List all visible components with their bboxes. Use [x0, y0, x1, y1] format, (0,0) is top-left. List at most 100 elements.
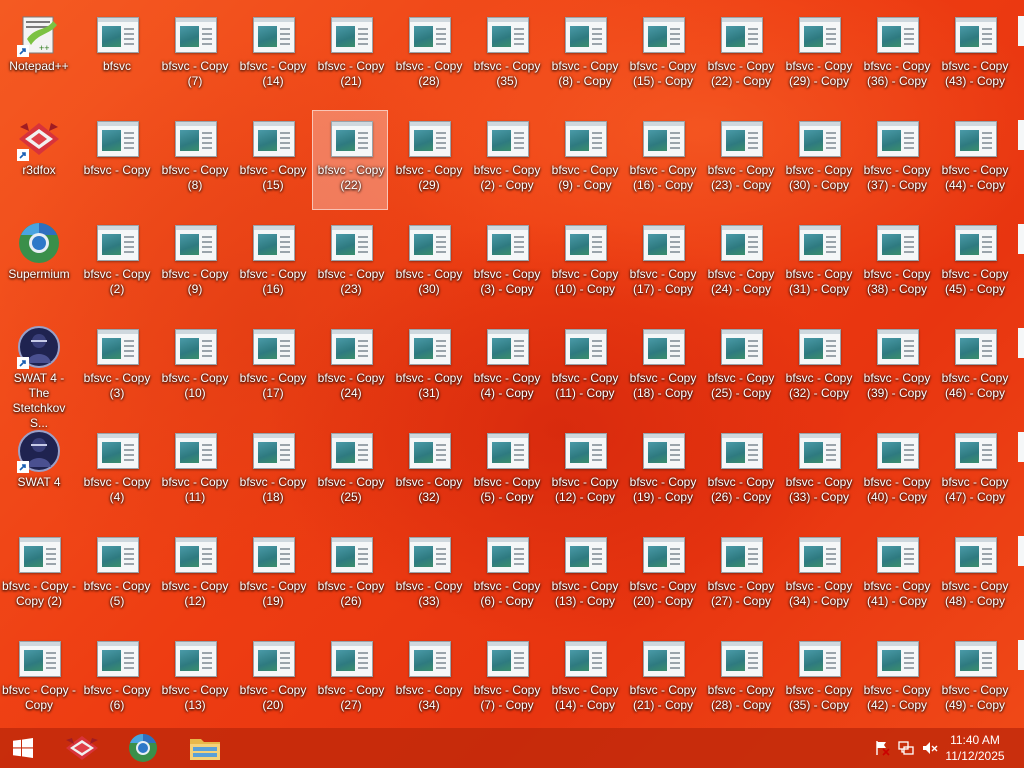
desktop-icon-file[interactable]: bfsvc - Copy (31) - Copy [780, 214, 856, 314]
desktop-icon-file[interactable]: bfsvc - Copy (12) [156, 526, 232, 626]
desktop-icon-supermium[interactable]: Supermium [0, 214, 76, 314]
desktop-icon-file[interactable]: bfsvc - Copy (47) - Copy [936, 422, 1012, 522]
desktop-icon-file[interactable]: bfsvc - Copy (19) - Copy [624, 422, 700, 522]
desktop-icon-file[interactable]: bfsvc - Copy (46) - Copy [936, 318, 1012, 418]
desktop-icon-file[interactable]: bfsvc - Copy (14) [234, 6, 310, 106]
desktop-icon-file[interactable]: bfsvc - Copy [78, 110, 154, 210]
desktop-icon-file[interactable]: bfsvc - Copy (17) - Copy [624, 214, 700, 314]
desktop-icon-file[interactable]: bfsvc - Copy (25) [312, 422, 388, 522]
desktop-icon-file[interactable]: bfsvc - Copy (8) [156, 110, 232, 210]
volume-muted-icon[interactable] [922, 740, 938, 756]
desktop-icon-file[interactable]: bfsvc - Copy (31) [390, 318, 466, 418]
desktop-icon-file[interactable]: bfsvc - Copy (11) [156, 422, 232, 522]
desktop-icon-notepad[interactable]: ++ Notepad++ [0, 6, 76, 106]
start-button[interactable] [0, 728, 48, 768]
desktop-icon-file[interactable]: bfsvc - Copy (10) - Copy [546, 214, 622, 314]
desktop-icon-file[interactable]: bfsvc - Copy (4) [78, 422, 154, 522]
desktop-icon-file[interactable]: bfsvc - Copy (49) - Copy [936, 630, 1012, 728]
desktop-icon-file[interactable]: bfsvc - Copy (7) [156, 6, 232, 106]
desktop-icon-file[interactable]: bfsvc - Copy (33) - Copy [780, 422, 856, 522]
desktop-icon-file[interactable]: bfsvc - Copy (17) [234, 318, 310, 418]
desktop-icon-file[interactable]: bfsvc - Copy (16) [234, 214, 310, 314]
desktop-icon-r3dfox[interactable]: r3dfox [0, 110, 76, 210]
desktop-icon-file[interactable]: bfsvc - Copy (29) - Copy [780, 6, 856, 106]
desktop-icon-file[interactable]: bfsvc - Copy (41) - Copy [858, 526, 934, 626]
clock[interactable]: 11:40 AM 11/12/2025 [940, 732, 1010, 764]
desktop-icon-file[interactable]: bfsvc - Copy (13) - Copy [546, 526, 622, 626]
desktop-icon-file[interactable]: bfsvc - Copy - Copy (2) [0, 526, 76, 626]
desktop-icon-file[interactable]: bfsvc - Copy (6) - Copy [468, 526, 544, 626]
desktop-icon-file[interactable]: bfsvc - Copy (25) - Copy [702, 318, 778, 418]
desktop-icon-file[interactable]: bfsvc - Copy (44) - Copy [936, 110, 1012, 210]
desktop-icon-file[interactable]: bfsvc - Copy (30) [390, 214, 466, 314]
desktop-icon-file[interactable]: bfsvc - Copy (20) - Copy [624, 526, 700, 626]
desktop-icon-file[interactable]: bfsvc - Copy (38) - Copy [858, 214, 934, 314]
desktop-icon-file[interactable]: bfsvc - Copy (16) - Copy [624, 110, 700, 210]
desktop-icon-file[interactable]: bfsvc - Copy (3) [78, 318, 154, 418]
desktop-icon-file[interactable]: bfsvc - Copy (28) - Copy [702, 630, 778, 728]
desktop-icon-file[interactable]: bfsvc - Copy (48) - Copy [936, 526, 1012, 626]
desktop-icon-file[interactable]: bfsvc - Copy (43) - Copy [936, 6, 1012, 106]
taskbar-supermium[interactable] [114, 728, 174, 768]
desktop-icon-file[interactable]: bfsvc - Copy (32) [390, 422, 466, 522]
desktop-icon-file[interactable]: bfsvc - Copy (12) - Copy [546, 422, 622, 522]
desktop-icon-file[interactable]: bfsvc - Copy (3) - Copy [468, 214, 544, 314]
desktop-icon-file[interactable]: bfsvc - Copy (23) - Copy [702, 110, 778, 210]
desktop-icon-file[interactable]: bfsvc - Copy (24) - Copy [702, 214, 778, 314]
desktop-icon-file[interactable]: bfsvc - Copy (34) [390, 630, 466, 728]
desktop-icon-file[interactable]: bfsvc - Copy (6) [78, 630, 154, 728]
desktop-icon-file[interactable]: bfsvc - Copy (27) - Copy [702, 526, 778, 626]
network-icon[interactable] [898, 740, 914, 756]
desktop-icon-file[interactable]: bfsvc - Copy (23) [312, 214, 388, 314]
desktop-icon-file[interactable]: bfsvc - Copy (36) - Copy [858, 6, 934, 106]
desktop-icon-file[interactable]: bfsvc - Copy (33) [390, 526, 466, 626]
desktop-icon-file[interactable]: bfsvc - Copy (9) [156, 214, 232, 314]
desktop-icon-file[interactable]: bfsvc - Copy (22) [312, 110, 388, 210]
desktop-icon-file[interactable]: bfsvc - Copy (11) - Copy [546, 318, 622, 418]
desktop-icon-file[interactable]: bfsvc - Copy (2) [78, 214, 154, 314]
desktop-icon-file[interactable]: bfsvc - Copy (18) - Copy [624, 318, 700, 418]
desktop-icon-file[interactable]: bfsvc - Copy (20) [234, 630, 310, 728]
desktop-icon-file[interactable]: bfsvc - Copy (27) [312, 630, 388, 728]
desktop-icon-file[interactable]: bfsvc - Copy (15) [234, 110, 310, 210]
desktop-icon-file[interactable]: bfsvc - Copy (21) [312, 6, 388, 106]
desktop-icon-file[interactable]: bfsvc - Copy (37) - Copy [858, 110, 934, 210]
desktop-icon-file[interactable]: bfsvc - Copy (22) - Copy [702, 6, 778, 106]
desktop-icon-file[interactable]: bfsvc - Copy (14) - Copy [546, 630, 622, 728]
desktop-icon-file[interactable]: bfsvc - Copy (9) - Copy [546, 110, 622, 210]
desktop-icon-file[interactable]: bfsvc - Copy (39) - Copy [858, 318, 934, 418]
desktop-icon-file[interactable]: bfsvc - Copy (15) - Copy [624, 6, 700, 106]
desktop-icon-file[interactable]: bfsvc - Copy (7) - Copy [468, 630, 544, 728]
desktop-icon-file[interactable]: bfsvc - Copy (26) - Copy [702, 422, 778, 522]
desktop-icon-file[interactable]: bfsvc - Copy (30) - Copy [780, 110, 856, 210]
desktop-icon-file[interactable]: bfsvc - Copy (42) - Copy [858, 630, 934, 728]
desktop-icon-file[interactable]: bfsvc - Copy (2) - Copy [468, 110, 544, 210]
desktop-icon-swat-4[interactable]: SWAT 4 [0, 422, 76, 522]
desktop-icon-file[interactable]: bfsvc - Copy (35) [468, 6, 544, 106]
desktop-icon-file[interactable]: bfsvc - Copy (4) - Copy [468, 318, 544, 418]
desktop-icon-file[interactable]: bfsvc - Copy (32) - Copy [780, 318, 856, 418]
taskbar-r3dfox[interactable] [52, 728, 112, 768]
desktop-icon-file[interactable]: bfsvc - Copy (13) [156, 630, 232, 728]
desktop-icon-file[interactable]: bfsvc - Copy (28) [390, 6, 466, 106]
desktop-icon-file[interactable]: bfsvc - Copy (5) - Copy [468, 422, 544, 522]
desktop-icon-file[interactable]: bfsvc - Copy (19) [234, 526, 310, 626]
desktop-icon-file[interactable]: bfsvc - Copy (5) [78, 526, 154, 626]
desktop-icon-swat-4-the-stetchkov-s[interactable]: SWAT 4 - The Stetchkov S... [0, 318, 76, 430]
desktop-icon-file[interactable]: bfsvc - Copy (35) - Copy [780, 630, 856, 728]
desktop-icon-file[interactable]: bfsvc - Copy (40) - Copy [858, 422, 934, 522]
desktop-icon-file[interactable]: bfsvc - Copy - Copy [0, 630, 76, 728]
desktop-icon-file[interactable]: bfsvc - Copy (26) [312, 526, 388, 626]
desktop-icon-file[interactable]: bfsvc - Copy (45) - Copy [936, 214, 1012, 314]
desktop-icon-file[interactable]: bfsvc - Copy (8) - Copy [546, 6, 622, 106]
desktop-icon-file[interactable]: bfsvc [78, 6, 154, 106]
desktop-icon-file[interactable]: bfsvc - Copy (21) - Copy [624, 630, 700, 728]
desktop[interactable]: ++ Notepad++ r3dfox Supermium SWAT 4 - The S… [0, 0, 1024, 728]
desktop-icon-file[interactable]: bfsvc - Copy (34) - Copy [780, 526, 856, 626]
desktop-icon-file[interactable]: bfsvc - Copy (29) [390, 110, 466, 210]
action-center-flag-icon[interactable] [874, 740, 890, 756]
desktop-icon-file[interactable]: bfsvc - Copy (24) [312, 318, 388, 418]
taskbar-file-explorer[interactable] [176, 728, 236, 768]
desktop-icon-file[interactable]: bfsvc - Copy (18) [234, 422, 310, 522]
desktop-icon-file[interactable]: bfsvc - Copy (10) [156, 318, 232, 418]
